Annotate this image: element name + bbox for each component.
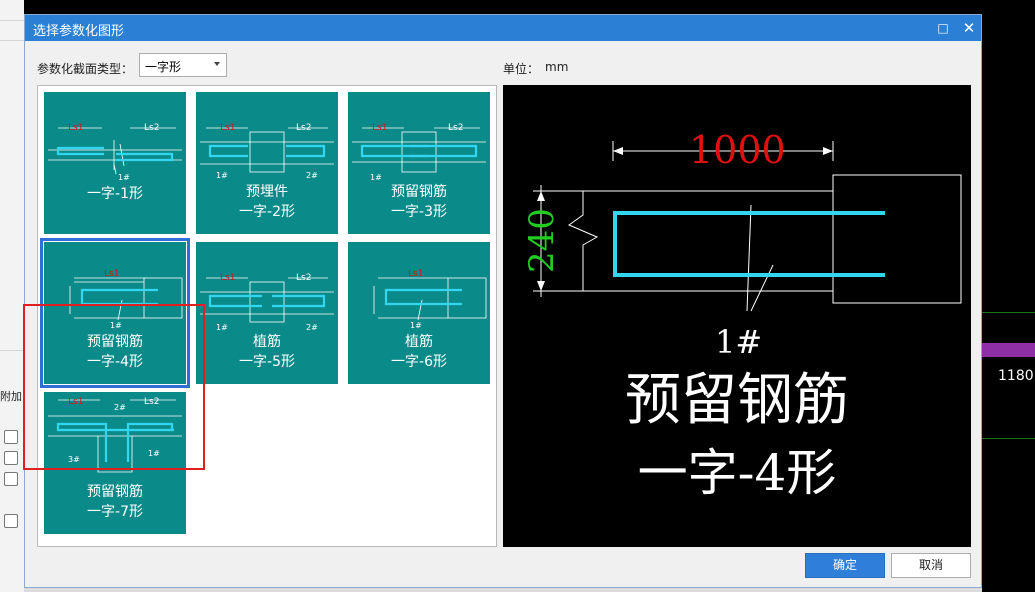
grid-line [982, 312, 1035, 313]
chevron-down-icon [214, 62, 220, 66]
shape-2-caption-1: 预埋件 [246, 184, 288, 200]
section-type-dropdown[interactable]: 一字形 [139, 53, 227, 77]
divider [0, 20, 24, 21]
bar-label: 1# [370, 173, 382, 182]
preview-caption-1: 预留钢筋 [625, 368, 849, 433]
unit-label: 单位： [503, 62, 540, 76]
preview-caption-2: 一字-4形 [637, 444, 837, 502]
arrow-icon [823, 147, 833, 155]
bar-label: 1# [216, 323, 228, 332]
dim-ls2: Ls2 [144, 123, 159, 133]
dim-length: 1000 [689, 128, 786, 172]
dim-ls1: Ls1 [372, 123, 387, 133]
shape-tile-3[interactable]: Ls1 Ls2 1# 预留钢筋 一字-3形 [348, 92, 490, 234]
dialog-title: 选择参数化图形 [33, 24, 125, 39]
shape-7-caption-2: 一字-7形 [87, 504, 143, 520]
section-type-label: 参数化截面类型： [37, 62, 134, 76]
bar-label: 1# [216, 171, 228, 180]
preview-bar-label: 1# [715, 323, 762, 361]
checkbox[interactable] [4, 451, 18, 465]
dim-height: 240 [522, 208, 562, 273]
unit-value: mm [545, 60, 569, 74]
dim-ls2: Ls2 [296, 123, 311, 133]
shape-gallery: Ls1 Ls2 1# 一字-1形 Ls1 Ls2 1# 2# 预埋件 一字-2形… [23, 85, 497, 547]
shape-1-caption: 一字-1形 [87, 186, 143, 202]
bar-label: 1# [410, 321, 422, 330]
divider [0, 40, 24, 41]
shape-tile-6[interactable]: Ls1 1# 植筋 一字-6形 [348, 242, 490, 384]
shape-5-caption-1: 植筋 [253, 334, 281, 350]
dimension-text: 1180 [998, 368, 1034, 384]
maximize-icon[interactable]: □ [935, 20, 951, 36]
shape-1-diagram: Ls1 Ls2 1# [48, 123, 182, 182]
bar-label: 1# [118, 173, 130, 182]
arrow-icon [613, 147, 623, 155]
shape-2-caption-2: 一字-2形 [239, 204, 295, 220]
bar-label: 2# [306, 323, 318, 332]
bar-label: 2# [306, 171, 318, 180]
divider [0, 350, 24, 351]
dim-ls2: Ls2 [448, 123, 463, 133]
dim-ls1: Ls1 [68, 123, 83, 133]
shape-tile-2[interactable]: Ls1 Ls2 1# 2# 预埋件 一字-2形 [196, 92, 338, 234]
shape-3-caption-1: 预留钢筋 [391, 184, 447, 200]
selected-element-bar [982, 343, 1035, 357]
select-parametric-shape-dialog: 选择参数化图形 □ ✕ 参数化截面类型： 一字形 单位： mm Ls1 Ls2 [23, 14, 982, 588]
dim-ls1: Ls1 [220, 273, 235, 283]
dialog-titlebar[interactable]: 选择参数化图形 □ ✕ [25, 15, 981, 41]
section-type-value: 一字形 [145, 60, 182, 74]
close-icon[interactable]: ✕ [961, 19, 977, 37]
ok-button[interactable]: 确定 [805, 553, 885, 578]
checkbox[interactable] [4, 472, 18, 486]
shape-preview: 1000 240 1# 预留钢筋 一字-4形 [503, 85, 971, 547]
cancel-button[interactable]: 取消 [891, 553, 971, 578]
shape-5-caption-2: 一字-5形 [239, 354, 295, 370]
background-status-strip [24, 588, 982, 592]
arrow-icon [537, 281, 545, 291]
dim-ls1: Ls1 [104, 269, 119, 279]
arrow-icon [537, 191, 545, 201]
highlight-annotation [23, 304, 205, 470]
checkbox[interactable] [4, 514, 18, 528]
checkbox[interactable] [4, 430, 18, 444]
shape-7-caption-1: 预留钢筋 [87, 484, 143, 500]
background-left-panel: 附加 [0, 0, 24, 592]
dim-ls1: Ls1 [408, 269, 423, 279]
shape-tile-5[interactable]: Ls1 Ls2 1# 2# 植筋 一字-5形 [196, 242, 338, 384]
shape-3-caption-2: 一字-3形 [391, 204, 447, 220]
dim-ls2: Ls2 [296, 273, 311, 283]
shape-tile-1[interactable]: Ls1 Ls2 1# 一字-1形 [44, 92, 186, 234]
dim-ls1: Ls1 [220, 123, 235, 133]
shape-6-caption-1: 植筋 [405, 334, 433, 350]
grid-line [982, 438, 1035, 439]
left-panel-label: 附加 [0, 390, 22, 403]
background-canvas: 1180 [982, 0, 1035, 592]
shape-6-caption-2: 一字-6形 [391, 354, 447, 370]
